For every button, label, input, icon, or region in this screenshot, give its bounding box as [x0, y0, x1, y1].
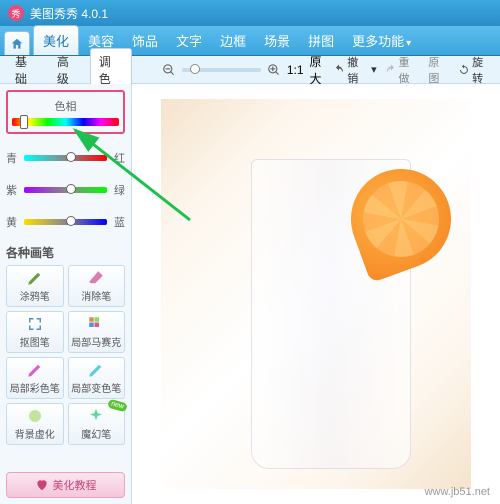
undo-icon [333, 64, 345, 76]
zoom-thumb[interactable] [190, 64, 200, 74]
dropdown-arrow-icon: ▾ [371, 63, 377, 76]
brush-blur[interactable]: 背景虚化 [6, 403, 64, 445]
tab-text[interactable]: 文字 [167, 26, 211, 55]
zoom-slider[interactable] [182, 68, 261, 72]
tab-frame[interactable]: 边框 [211, 26, 255, 55]
zoom-label: 原大 [310, 53, 334, 87]
brush-recolor[interactable]: 局部变色笔 [68, 357, 126, 399]
brushes-section-title: 各种画笔 [6, 244, 125, 261]
slider-yb-thumb[interactable] [66, 216, 76, 226]
sidebar: 色相 青 红 紫 绿 黄 蓝 各种画笔 涂鸦笔 消除笔 抠图笔 局部马赛克 局部… [0, 84, 132, 504]
hue-master-thumb[interactable] [20, 115, 28, 129]
tab-scene[interactable]: 场景 [255, 26, 299, 55]
canvas-area[interactable] [132, 84, 500, 504]
slider-cr[interactable] [24, 155, 107, 161]
slider-mg-thumb[interactable] [66, 184, 76, 194]
slider-magenta-green: 紫 绿 [6, 182, 125, 198]
brush-mosaic[interactable]: 局部马赛克 [68, 311, 126, 353]
rotate-icon [458, 64, 470, 76]
brush-icon [26, 269, 44, 287]
hue-master-slider[interactable] [12, 118, 119, 126]
badge-new: new [107, 399, 128, 413]
slider-cyan-red: 青 红 [6, 150, 125, 166]
hue-title: 色相 [12, 98, 119, 114]
photo-preview [161, 99, 471, 489]
tutorial-button[interactable]: 美化教程 [6, 472, 125, 498]
hue-panel: 色相 [6, 90, 125, 134]
eraser-icon [87, 269, 105, 287]
label-green: 绿 [111, 182, 125, 198]
redo-button[interactable]: 重做 [385, 54, 421, 86]
zoom-ratio: 1:1 [287, 63, 304, 77]
heart-icon [35, 478, 49, 492]
zoom-in-icon[interactable] [267, 63, 281, 77]
label-blue: 蓝 [111, 214, 125, 230]
watermark: www.jb51.net [425, 486, 490, 498]
tab-collage[interactable]: 拼图 [299, 26, 343, 55]
brush-grid: 涂鸦笔 消除笔 抠图笔 局部马赛克 局部彩色笔 局部变色笔 背景虚化 魔幻笔ne… [6, 265, 125, 445]
label-cyan: 青 [6, 150, 20, 166]
app-logo: 秀 [8, 5, 24, 21]
brush-eraser[interactable]: 消除笔 [68, 265, 126, 307]
zoom-out-icon[interactable] [162, 63, 176, 77]
slider-yellow-blue: 黄 蓝 [6, 214, 125, 230]
titlebar: 秀 美图秀秀 4.0.1 [0, 0, 500, 26]
rotate-button[interactable]: 旋转 [458, 54, 494, 86]
blur-icon [26, 407, 44, 425]
slider-mg[interactable] [24, 187, 107, 193]
color-brush-icon [26, 361, 44, 379]
original-button[interactable]: 原图 [428, 54, 450, 86]
tab-more[interactable]: 更多功能▾ [343, 26, 420, 55]
slider-yb[interactable] [24, 219, 107, 225]
brush-magic[interactable]: 魔幻笔new [68, 403, 126, 445]
magic-icon [87, 407, 105, 425]
slider-cr-thumb[interactable] [66, 152, 76, 162]
label-magenta: 紫 [6, 182, 20, 198]
chevron-down-icon: ▾ [406, 38, 411, 49]
brush-doodle[interactable]: 涂鸦笔 [6, 265, 64, 307]
recolor-icon [87, 361, 105, 379]
brush-cutout[interactable]: 抠图笔 [6, 311, 64, 353]
redo-icon [385, 64, 397, 76]
mosaic-icon [87, 315, 105, 333]
app-title: 美图秀秀 4.0.1 [30, 5, 108, 22]
label-red: 红 [111, 150, 125, 166]
label-yellow: 黄 [6, 214, 20, 230]
cutout-icon [26, 315, 44, 333]
brush-local-color[interactable]: 局部彩色笔 [6, 357, 64, 399]
undo-button[interactable]: 撤销▾ [333, 54, 376, 86]
sub-toolbar: 基础 高级 调色 1:1 原大 撤销▾ 重做 原图 旋转 [0, 56, 500, 84]
